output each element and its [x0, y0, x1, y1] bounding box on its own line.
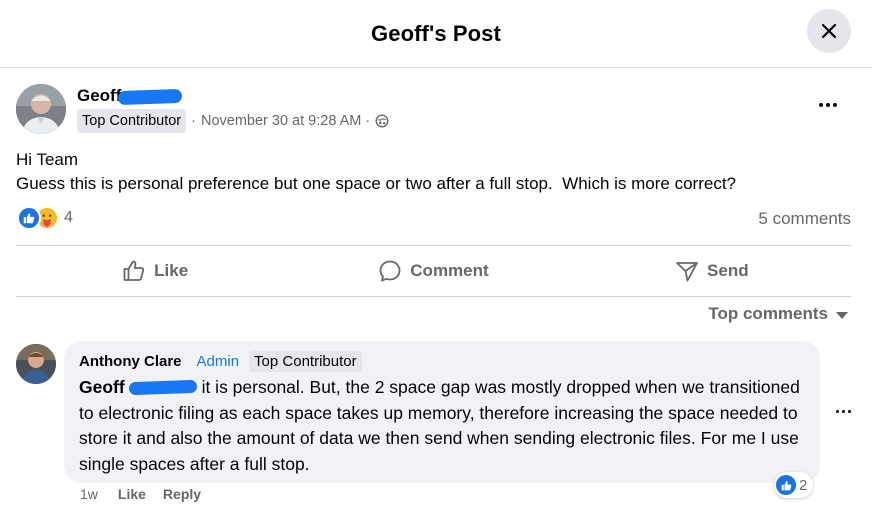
divider	[16, 296, 851, 297]
like-label: Like	[154, 261, 189, 280]
meta-separator: ·	[191, 113, 196, 129]
dialog-title: Geoff's Post	[371, 20, 501, 46]
commenter-name[interactable]: Anthony Clare	[79, 353, 182, 370]
top-contributor-badge[interactable]: Top Contributor	[77, 109, 187, 133]
comment-icon	[379, 260, 401, 282]
send-button[interactable]: Send	[573, 248, 851, 294]
comment-reaction-number: 2	[799, 476, 808, 494]
post-dialog: Geoff's Post Geoff Top Contributor · Nov…	[0, 0, 872, 509]
comment-time[interactable]: 1w	[80, 486, 98, 502]
post-action-bar: Like Comment Send	[16, 248, 851, 294]
like-reaction-icon	[17, 206, 41, 230]
post-body: Hi Team Guess this is personal preferenc…	[16, 150, 737, 193]
like-reaction-icon	[776, 475, 796, 495]
comments-count-link[interactable]: 5 comments	[758, 209, 851, 229]
comment-mention[interactable]: Geoff	[79, 377, 125, 397]
more-icon	[819, 103, 823, 107]
post-author-avatar[interactable]	[16, 84, 66, 134]
sort-label: Top comments	[708, 304, 828, 323]
like-button[interactable]: Like	[16, 248, 294, 294]
comment-sort-dropdown[interactable]: Top comments	[708, 304, 848, 324]
send-label: Send	[707, 261, 749, 280]
post-options-button[interactable]	[819, 103, 837, 107]
comment-header: Anthony Clare Admin Top Contributor	[79, 351, 362, 372]
caret-down-icon	[836, 312, 848, 319]
name-redaction	[118, 88, 183, 106]
comment-footer: 1w Like Reply	[80, 486, 218, 502]
post-timestamp[interactable]: November 30 at 9:28 AM	[201, 113, 361, 129]
like-icon	[123, 260, 145, 281]
divider	[16, 245, 851, 246]
admin-badge[interactable]: Admin	[197, 353, 240, 370]
dialog-header: Geoff's Post	[0, 0, 872, 68]
comment-options-button[interactable]	[836, 410, 851, 413]
commenter-avatar[interactable]	[16, 344, 56, 384]
name-redaction	[128, 379, 197, 396]
comment-reply-link[interactable]: Reply	[163, 486, 201, 502]
more-icon	[836, 410, 839, 413]
comment-like-link[interactable]: Like	[118, 486, 146, 502]
close-button[interactable]	[807, 9, 851, 53]
send-icon	[676, 262, 698, 282]
globe-icon	[375, 114, 389, 128]
top-contributor-badge[interactable]: Top Contributor	[249, 351, 362, 372]
comment-bubble: Anthony Clare Admin Top Contributor Geof…	[64, 341, 820, 483]
close-icon	[821, 23, 837, 39]
reaction-count: 4	[64, 209, 73, 226]
comment-text: Geoff it is personal. But, the 2 space g…	[79, 375, 804, 477]
post-author-name[interactable]: Geoff	[77, 86, 121, 106]
post-reactions[interactable]: 4	[17, 206, 73, 230]
comment-reaction-count[interactable]: 2	[774, 472, 814, 498]
comment-label: Comment	[410, 261, 489, 280]
meta-separator: ·	[365, 113, 371, 129]
comment-button[interactable]: Comment	[294, 248, 572, 294]
post-author-line: Geoff	[77, 86, 183, 106]
post-meta: Top Contributor · November 30 at 9:28 AM…	[77, 109, 389, 133]
